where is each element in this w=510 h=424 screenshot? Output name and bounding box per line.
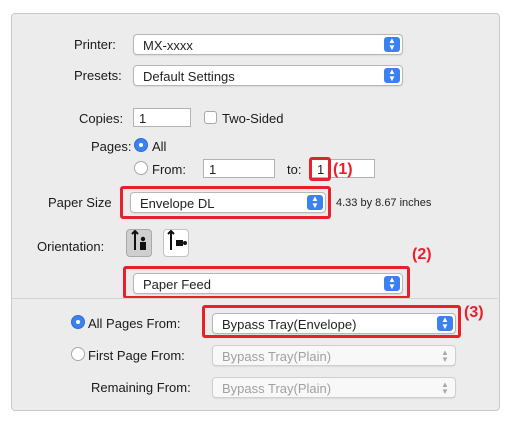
landscape-orientation-button[interactable] [163,229,189,257]
first-page-from-value: Bypass Tray(Plain) [222,349,332,364]
printer-label: Printer: [74,37,116,52]
pages-label: Pages: [91,139,132,154]
presets-popup[interactable]: Default Settings ▲ ▼ [133,65,403,86]
popup-arrows-icon: ▲ ▼ [384,37,400,52]
popup-arrows-icon: ▲ ▼ [441,348,449,364]
callout-box-1b [120,186,331,219]
portrait-icon [131,229,146,250]
callout-label-2: (2) [412,246,432,263]
landscape-icon [167,229,187,250]
first-page-from-radio[interactable] [71,347,85,361]
pages-to-label: to: [287,162,302,177]
separator [12,298,498,299]
copies-label: Copies: [79,111,124,126]
two-sided-checkbox[interactable] [204,111,217,124]
callout-label-1: (1) [333,161,353,178]
portrait-orientation-button[interactable] [126,229,152,257]
paper-size-label: Paper Size [48,195,112,210]
printer-value: MX-xxxx [143,38,193,53]
presets-value: Default Settings [143,69,235,84]
callout-label-3: (3) [464,304,484,321]
pages-from-label: From: [152,162,186,177]
popup-arrows-icon: ▲ ▼ [441,380,449,396]
two-sided-label: Two-Sided [222,111,284,126]
paper-size-dimensions: 4.33 by 8.67 inches [336,197,432,209]
orientation-label: Orientation: [37,239,105,254]
printer-popup[interactable]: MX-xxxx ▲ ▼ [133,34,403,55]
copies-field[interactable]: 1 [133,108,191,127]
remaining-from-popup[interactable]: Bypass Tray(Plain) ▲ ▼ [212,377,456,398]
all-pages-from-label: All Pages From: [88,316,181,331]
callout-box-2 [123,266,410,299]
pages-from-field[interactable]: 1 [203,159,275,178]
callout-box-3 [202,305,461,338]
first-page-from-label: First Page From: [88,348,185,363]
remaining-from-value: Bypass Tray(Plain) [222,381,332,396]
pages-all-label: All [152,139,167,154]
pages-all-radio[interactable] [134,138,148,152]
pages-from-radio[interactable] [134,161,148,175]
all-pages-from-radio[interactable] [71,315,85,329]
callout-box-1 [309,157,331,181]
remaining-from-label: Remaining From: [91,380,191,395]
popup-arrows-icon: ▲ ▼ [384,68,400,83]
first-page-from-popup[interactable]: Bypass Tray(Plain) ▲ ▼ [212,345,456,366]
presets-label: Presets: [74,68,122,83]
